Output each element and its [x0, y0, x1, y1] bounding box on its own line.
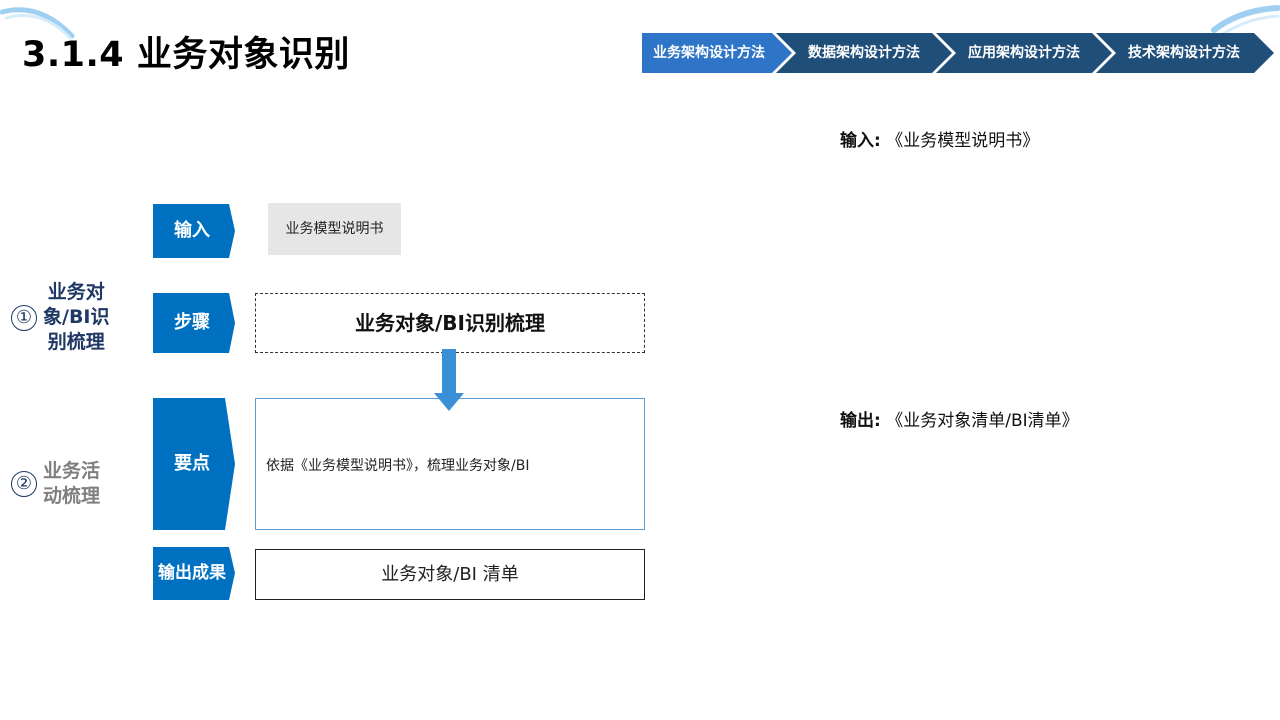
output-summary-label: 输出:: [840, 411, 881, 431]
key-points-box: 依据《业务模型说明书》，梳理业务对象/BI: [255, 398, 645, 530]
tag-input-label: 输入: [174, 220, 210, 241]
stage-1[interactable]: ① 业务对 象/BI识 别梳理: [11, 280, 110, 355]
stage-2[interactable]: ② 业务活 动梳理: [11, 459, 100, 509]
stage-1-number: ①: [11, 304, 37, 331]
stage-2-line-1: 业务活: [43, 460, 101, 482]
tag-points: 要点: [153, 398, 237, 530]
tag-output: 输出成果: [153, 547, 237, 600]
nav-item-data[interactable]: 数据架构设计方法: [794, 33, 934, 73]
tag-output-label: 输出成果: [158, 563, 226, 583]
input-summary: 输入: 《业务模型说明书》: [840, 126, 1039, 151]
method-nav: 业务架构设计方法 数据架构设计方法 应用架构设计方法 技术架构设计方法: [642, 33, 1274, 73]
tag-step-label: 步骤: [174, 312, 210, 333]
stage-1-label: 业务对 象/BI识 别梳理: [43, 280, 110, 355]
down-arrow-icon: [434, 349, 464, 411]
output-summary: 输出: 《业务对象清单/BI清单》: [840, 406, 1079, 431]
tag-input: 输入: [153, 204, 237, 258]
stage-2-label: 业务活 动梳理: [43, 459, 100, 509]
nav-item-technology[interactable]: 技术架构设计方法: [1114, 33, 1254, 73]
output-summary-value: 《业务对象清单/BI清单》: [886, 411, 1079, 431]
step-box: 业务对象/BI识别梳理: [255, 293, 645, 353]
stage-1-line-1: 业务对: [47, 281, 105, 303]
stage-2-number: ②: [11, 471, 37, 497]
output-result-box: 业务对象/BI 清单: [255, 549, 645, 600]
page-title: 3.1.4 业务对象识别: [22, 35, 350, 75]
stage-1-line-3: 别梳理: [47, 331, 105, 353]
stage-1-line-2: 象/BI识: [43, 306, 110, 328]
stage-2-line-2: 动梳理: [43, 485, 101, 507]
input-summary-label: 输入:: [840, 131, 881, 151]
nav-item-business[interactable]: 业务架构设计方法: [646, 33, 772, 73]
input-summary-value: 《业务模型说明书》: [886, 131, 1040, 151]
nav-item-application[interactable]: 应用架构设计方法: [954, 33, 1094, 73]
tag-step: 步骤: [153, 293, 237, 353]
tag-points-label: 要点: [174, 453, 210, 474]
input-document-box: 业务模型说明书: [268, 203, 401, 255]
